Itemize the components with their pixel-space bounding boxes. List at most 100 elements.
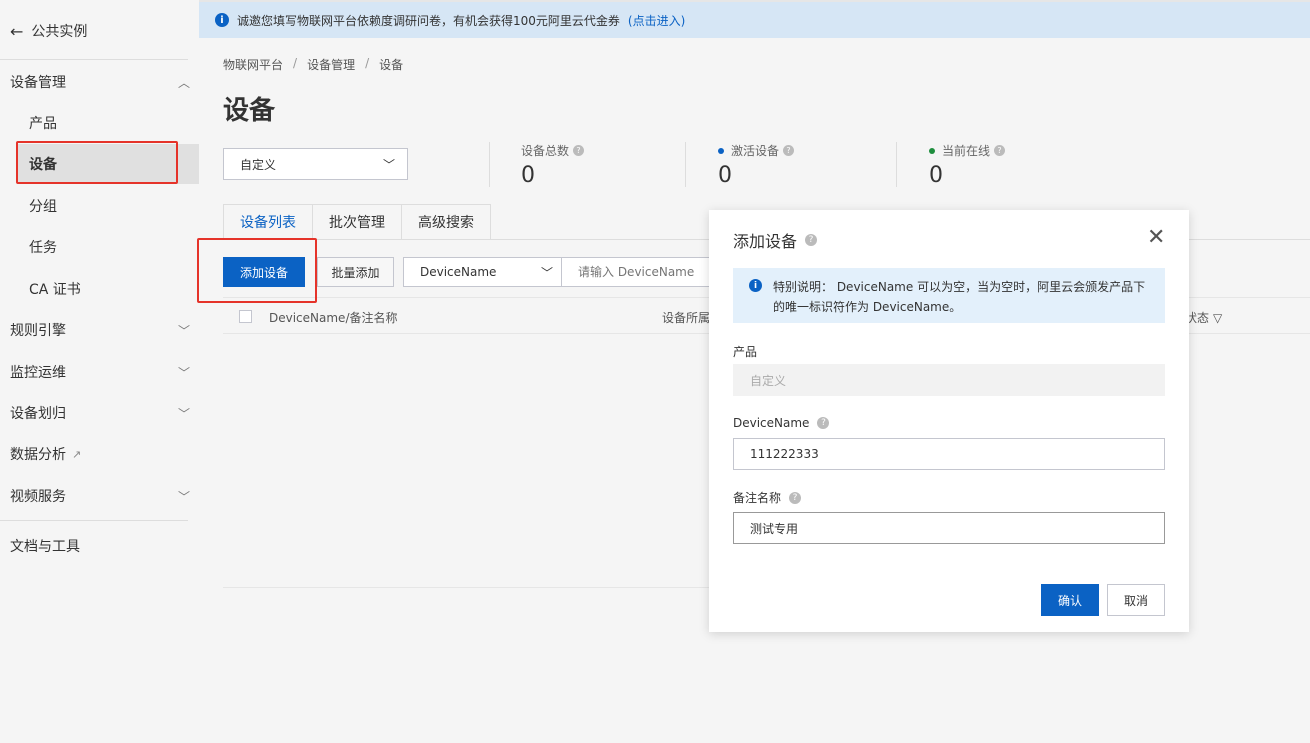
stat-value: 0 xyxy=(521,163,535,188)
sidebar-group-label: 设备划归 xyxy=(10,406,66,422)
sidebar-group-label: 数据分析 xyxy=(10,447,66,463)
close-icon[interactable]: ✕ xyxy=(1147,226,1165,250)
back-label: 公共实例 xyxy=(31,24,88,40)
column-header-product: 设备所属 xyxy=(662,311,711,325)
sidebar-item-label: 任务 xyxy=(29,240,57,256)
sidebar-item-group[interactable]: 分组 xyxy=(29,195,57,217)
status-dot-icon xyxy=(929,147,935,154)
page-title: 设备 xyxy=(223,96,276,126)
banner-text: 诚邀您填写物联网平台依赖度调研问卷，有机会获得100元阿里云代金券 xyxy=(237,13,620,28)
info-icon: i xyxy=(215,13,229,27)
sidebar-group-rules[interactable]: 规则引擎 ﹀ xyxy=(10,319,190,341)
chevron-down-icon: ﹀ xyxy=(177,365,190,380)
product-select-value: 自定义 xyxy=(240,157,277,172)
help-icon[interactable]: ? xyxy=(783,145,795,156)
chevron-down-icon: ﹀ xyxy=(177,406,190,421)
stat-activated: 激活设备? 0 xyxy=(718,142,795,188)
filter-icon[interactable]: ▽ xyxy=(1213,311,1222,325)
help-icon[interactable]: ? xyxy=(817,417,830,429)
devicename-label-text: DeviceName xyxy=(733,416,810,430)
breadcrumb-separator: / xyxy=(365,56,370,70)
batch-add-button[interactable]: 批量添加 xyxy=(317,257,394,287)
confirm-button[interactable]: 确认 xyxy=(1041,584,1099,616)
tab-bar: 设备列表 批次管理 高级搜索 xyxy=(223,204,491,240)
help-icon[interactable]: ? xyxy=(789,491,802,504)
sidebar-divider xyxy=(0,59,188,60)
tab-device-list[interactable]: 设备列表 xyxy=(223,204,312,240)
stat-label: 当前在线 xyxy=(942,144,991,158)
dialog-title-text: 添加设备 xyxy=(733,232,798,251)
chevron-down-icon: ﹀ xyxy=(540,265,553,280)
dialog-title: 添加设备 ? xyxy=(733,228,818,252)
status-dot-icon xyxy=(718,147,724,154)
survey-banner: i 诚邀您填写物联网平台依赖度调研问卷，有机会获得100元阿里云代金券 (点击进… xyxy=(199,2,1310,38)
table-bottom-line xyxy=(223,587,710,588)
search-field-value: DeviceName xyxy=(420,265,497,279)
sidebar-group-label: 规则引擎 xyxy=(10,323,66,339)
stat-divider xyxy=(489,142,490,187)
breadcrumb-item-current: 设备 xyxy=(379,58,404,72)
sidebar-item-task[interactable]: 任务 xyxy=(29,236,57,258)
stat-total: 设备总数? 0 xyxy=(521,142,585,188)
chevron-down-icon: ﹀ xyxy=(177,323,190,338)
chevron-down-icon: ﹀ xyxy=(177,489,190,504)
sidebar-group-label: 视频服务 xyxy=(10,489,66,505)
notice-box: i 特别说明： DeviceName 可以为空，当为空时，阿里云会颁发产品下的唯… xyxy=(733,268,1165,323)
stat-label: 激活设备 xyxy=(731,144,780,158)
product-field xyxy=(733,364,1165,396)
product-select[interactable]: 自定义 ﹀ xyxy=(223,148,408,180)
sidebar-item-label: 产品 xyxy=(29,116,57,132)
tab-advanced-search[interactable]: 高级搜索 xyxy=(401,204,491,240)
stat-label: 设备总数 xyxy=(521,144,570,158)
sidebar-group-assign[interactable]: 设备划归 ﹀ xyxy=(10,402,190,424)
breadcrumb: 物联网平台 / 设备管理 / 设备 xyxy=(223,56,403,73)
notice-text: 特别说明： DeviceName 可以为空，当为空时，阿里云会颁发产品下的唯一标… xyxy=(773,280,1146,314)
search-field-select[interactable]: DeviceName ﹀ xyxy=(403,257,562,287)
chevron-down-icon: ﹀ xyxy=(382,157,395,172)
sidebar-group-label: 文档与工具 xyxy=(10,539,80,555)
highlight-box-device xyxy=(16,141,178,184)
arrow-left-icon: ← xyxy=(10,21,24,41)
stat-online: 当前在线? 0 xyxy=(929,142,1006,188)
back-link[interactable]: ← 公共实例 xyxy=(10,20,87,42)
breadcrumb-item[interactable]: 物联网平台 xyxy=(223,56,283,73)
sidebar-item-label: CA 证书 xyxy=(29,282,81,298)
breadcrumb-item[interactable]: 设备管理 xyxy=(307,56,355,73)
sidebar-group-monitor[interactable]: 监控运维 ﹀ xyxy=(10,361,190,383)
banner-link[interactable]: (点击进入) xyxy=(628,12,685,29)
sidebar-group-label: 监控运维 xyxy=(10,365,66,381)
sidebar-group-video[interactable]: 视频服务 ﹀ xyxy=(10,485,190,507)
sidebar-divider xyxy=(0,520,188,521)
sidebar-item-ca[interactable]: CA 证书 xyxy=(29,278,81,300)
stat-divider xyxy=(685,142,686,187)
stat-value: 0 xyxy=(718,163,732,188)
chevron-up-icon: ︿ xyxy=(177,75,190,90)
info-icon: i xyxy=(749,279,762,292)
select-all-checkbox[interactable] xyxy=(239,310,252,323)
remark-label: 备注名称 ? xyxy=(733,489,802,506)
help-icon[interactable]: ? xyxy=(805,234,818,246)
sidebar-item-label: 分组 xyxy=(29,199,57,215)
search-input[interactable] xyxy=(562,257,722,287)
devicename-label: DeviceName ? xyxy=(733,416,830,430)
cancel-button[interactable]: 取消 xyxy=(1107,584,1165,616)
tab-batch-mgmt[interactable]: 批次管理 xyxy=(312,204,401,240)
product-label: 产品 xyxy=(733,345,758,359)
external-link-icon: ↗ xyxy=(72,447,82,461)
column-header-status: 状态 ▽ xyxy=(1185,309,1222,326)
sidebar-group-analysis[interactable]: 数据分析 ↗ xyxy=(10,443,190,465)
remark-label-text: 备注名称 xyxy=(733,491,782,505)
add-device-dialog: 添加设备 ? ✕ i 特别说明： DeviceName 可以为空，当为空时，阿里… xyxy=(709,210,1189,632)
sidebar-item-product[interactable]: 产品 xyxy=(29,112,57,134)
devicename-field[interactable] xyxy=(733,438,1165,470)
stat-value: 0 xyxy=(929,163,943,188)
sidebar-group-device-mgmt[interactable]: 设备管理 ︿ xyxy=(10,71,190,93)
sidebar: ← 公共实例 设备管理 ︿ 产品 设备 分组 任务 CA 证书 规则引擎 ﹀ 监… xyxy=(0,0,199,743)
highlight-box-add-device xyxy=(197,238,317,303)
column-header-devicename: DeviceName/备注名称 xyxy=(269,311,398,325)
help-icon[interactable]: ? xyxy=(994,145,1006,156)
help-icon[interactable]: ? xyxy=(573,145,585,156)
breadcrumb-separator: / xyxy=(293,56,298,70)
sidebar-group-docs[interactable]: 文档与工具 xyxy=(10,535,190,557)
remark-field[interactable] xyxy=(733,512,1165,544)
